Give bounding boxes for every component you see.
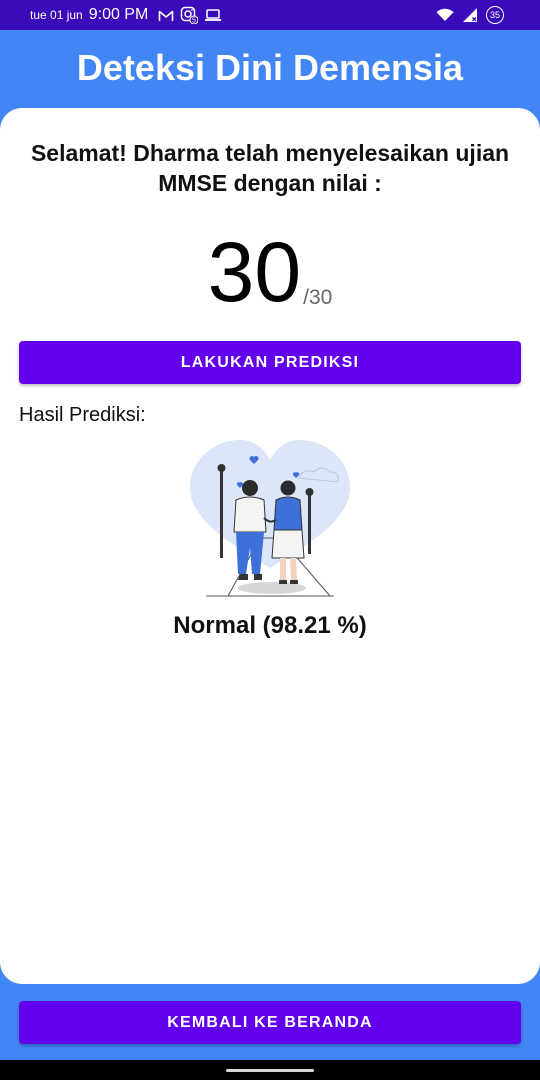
wifi-icon xyxy=(436,8,454,21)
score-value: 30 xyxy=(207,225,302,319)
back-to-home-button[interactable]: KEMBALI KE BERANDA xyxy=(19,1001,521,1044)
home-gesture-handle[interactable] xyxy=(226,1069,314,1072)
status-bar: tue 01 jun 9:00 PM 5 35 xyxy=(0,0,540,30)
status-left: tue 01 jun 9:00 PM 5 xyxy=(30,0,222,30)
status-time: 9:00 PM xyxy=(88,6,149,23)
app-header: Deteksi Dini Demensia xyxy=(0,30,540,106)
score-max: /30 xyxy=(303,286,333,309)
status-date: tue 01 jun xyxy=(30,8,83,22)
congratulation-text: Selamat! Dharma telah menyelesaikan ujia… xyxy=(30,140,510,196)
laptop-icon xyxy=(205,9,222,21)
instagram-icon: 5 xyxy=(181,6,199,25)
couple-heart-illustration xyxy=(190,440,350,597)
score-display: 30 /30 xyxy=(0,224,540,314)
result-label: Hasil Prediksi: xyxy=(19,404,146,426)
gmail-icon xyxy=(159,10,174,21)
navigation-bar xyxy=(0,1060,540,1080)
signal-icon xyxy=(463,8,477,22)
battery-icon: 35 xyxy=(486,6,504,24)
status-right: 35 xyxy=(436,0,504,30)
notification-count: 5 xyxy=(192,18,196,25)
prediction-result: Normal (98.21 %) xyxy=(173,612,367,639)
app-title: Deteksi Dini Demensia xyxy=(76,47,464,88)
result-card: Selamat! Dharma telah menyelesaikan ujia… xyxy=(0,108,540,984)
predict-button[interactable]: LAKUKAN PREDIKSI xyxy=(19,341,521,384)
